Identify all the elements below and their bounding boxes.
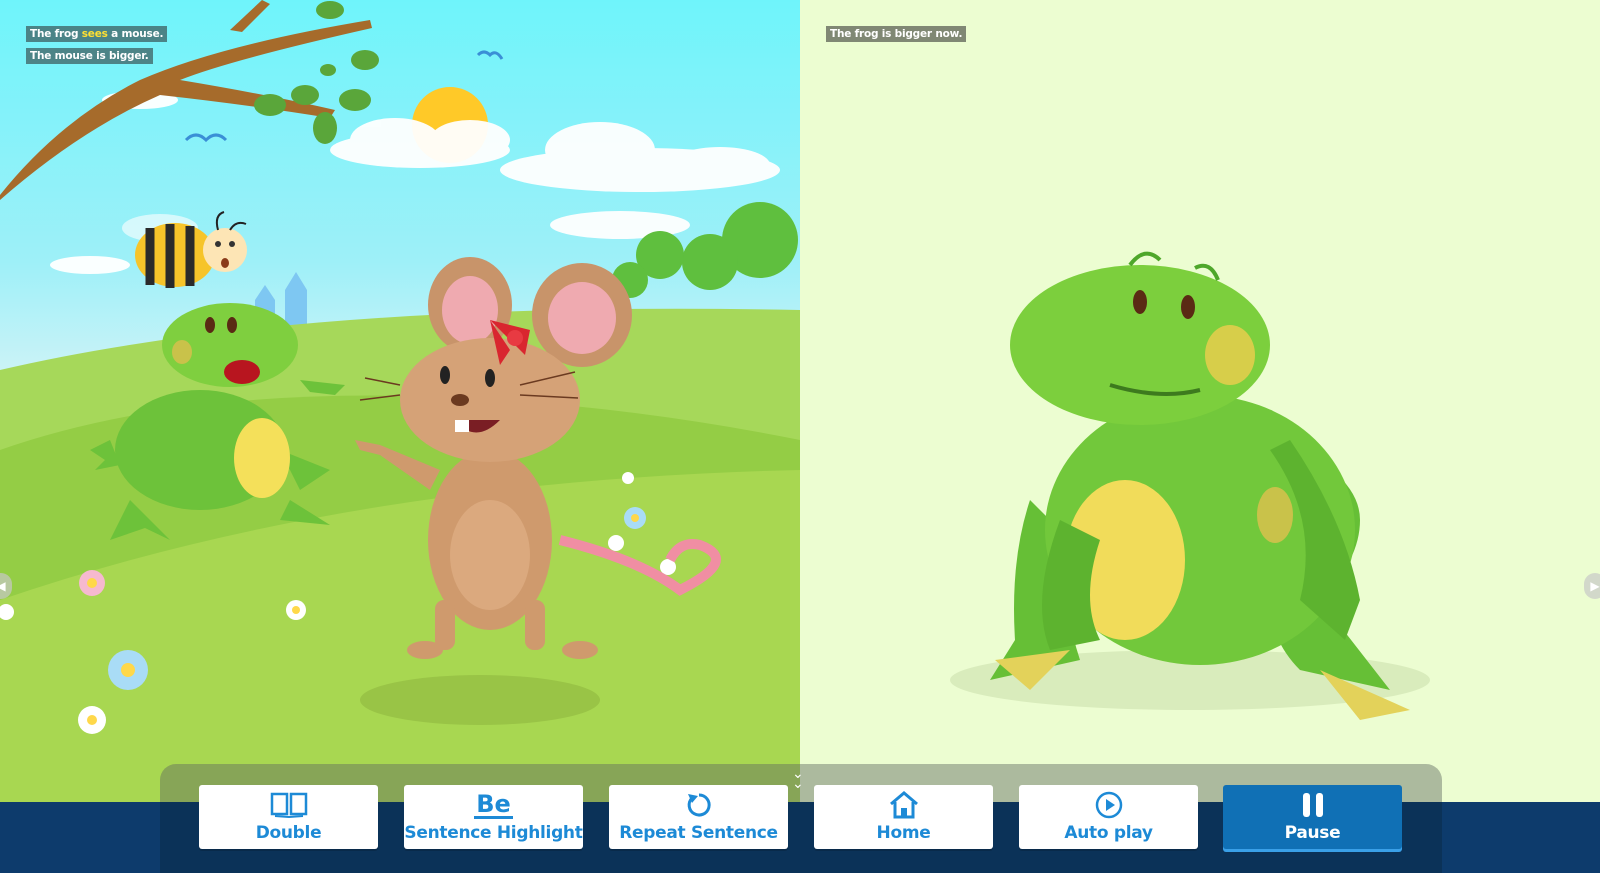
next-page-button[interactable]: ▶ [1584, 573, 1600, 599]
left-page-illustration [0, 0, 800, 873]
sentence-highlight-label: Sentence Highlight [404, 823, 583, 843]
double-page-button[interactable]: Double [199, 785, 378, 849]
book-reader: The frog sees a mouse. The mouse is bigg… [0, 0, 1600, 873]
double-chevron-down-icon: ⌄ ⌄ [792, 765, 804, 791]
repeat-icon [684, 790, 714, 820]
highlighted-word: sees [81, 28, 108, 40]
left-caption-line-1[interactable]: The frog sees a mouse. [26, 26, 168, 42]
home-button[interactable]: Home [814, 785, 993, 849]
right-page-illustration [800, 0, 1600, 873]
pause-button[interactable]: Pause [1223, 785, 1402, 849]
home-icon [888, 790, 920, 820]
auto-play-label: Auto play [1064, 823, 1153, 843]
open-book-icon [270, 790, 308, 820]
play-circle-icon [1094, 790, 1124, 820]
chevron-right-icon: ▶ [1590, 579, 1600, 593]
text-underline-icon: Be [474, 789, 513, 819]
big-frog-scene [950, 251, 1430, 720]
left-caption-line-2[interactable]: The mouse is bigger. [26, 48, 153, 64]
repeat-sentence-label: Repeat Sentence [619, 823, 778, 843]
collapse-toolbar-button[interactable]: ⌄ ⌄ [792, 765, 804, 791]
bee-character [122, 211, 247, 288]
big-frog-character [990, 251, 1410, 720]
chevron-left-icon: ◀ [0, 579, 6, 593]
repeat-sentence-button[interactable]: Repeat Sentence [609, 785, 788, 849]
auto-play-button[interactable]: Auto play [1019, 785, 1198, 849]
double-page-label: Double [255, 823, 322, 843]
meadow-scene [0, 0, 800, 873]
pause-label: Pause [1284, 823, 1341, 843]
sentence-highlight-button[interactable]: Be Sentence Highlight [404, 785, 583, 849]
right-caption-line-1[interactable]: The frog is bigger now. [826, 26, 967, 42]
pause-icon [1300, 790, 1326, 820]
home-label: Home [876, 823, 931, 843]
